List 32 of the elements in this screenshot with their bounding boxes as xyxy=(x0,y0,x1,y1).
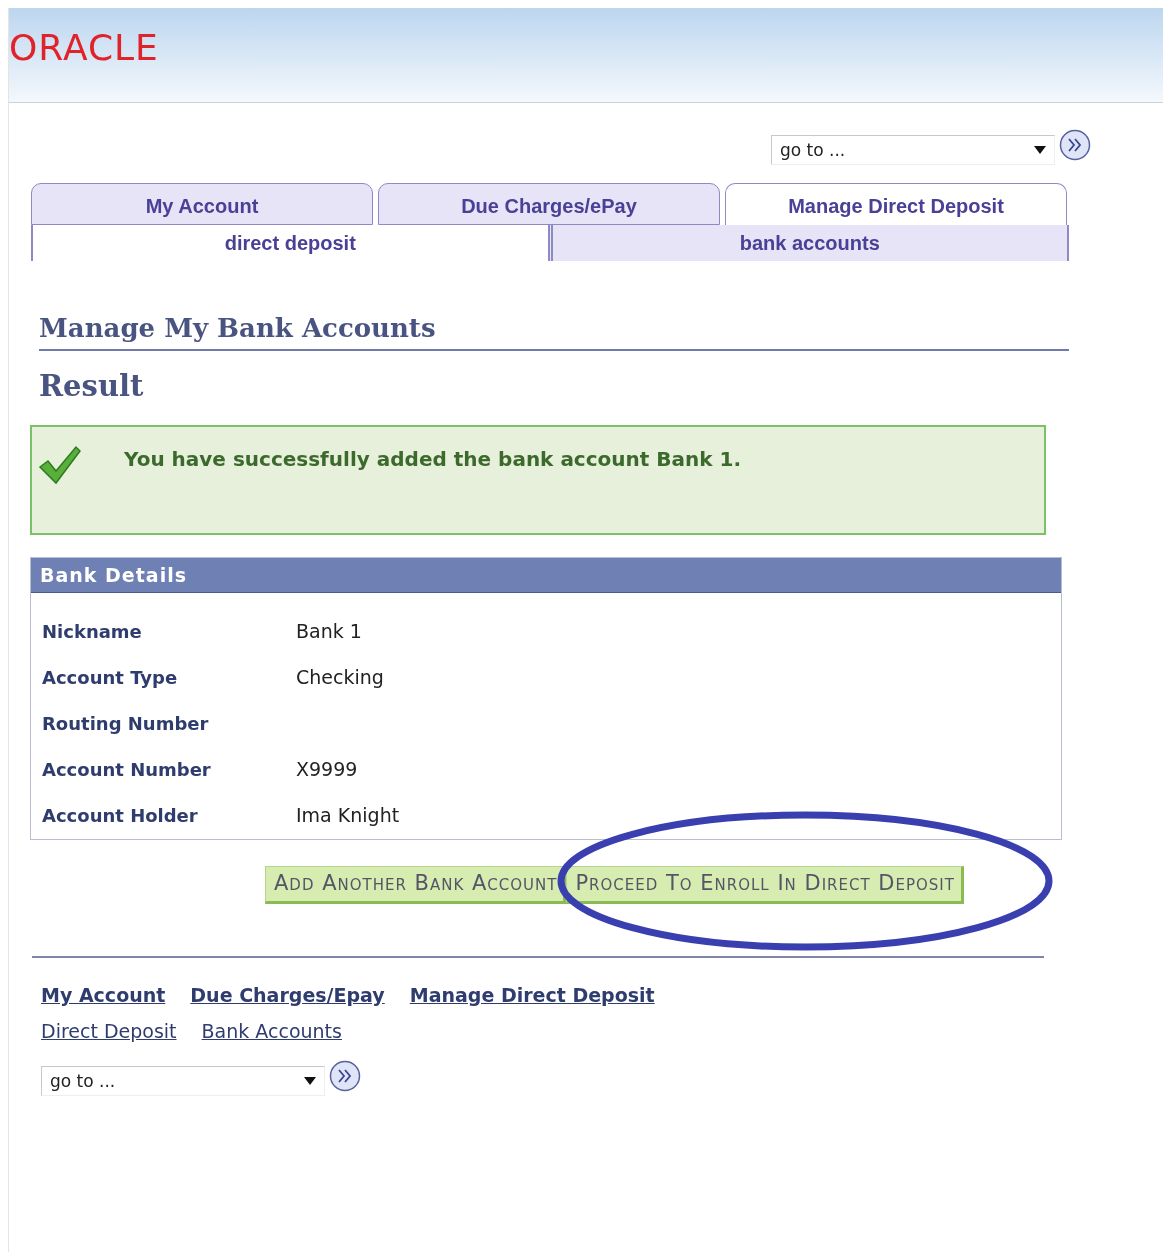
caret-icon xyxy=(1034,146,1046,154)
footer-link[interactable]: Manage Direct Deposit xyxy=(409,984,655,1006)
action-button[interactable]: Proceed To Enroll In Direct Deposit xyxy=(566,866,964,904)
action-button[interactable]: Add Another Bank Account xyxy=(265,866,567,904)
message-text: You have successfully added the bank account Bank 1. xyxy=(124,447,742,471)
tab[interactable]: My Account xyxy=(31,183,373,225)
panel-title: Bank Details xyxy=(31,558,1061,593)
subtab[interactable]: bank accounts xyxy=(547,225,1067,261)
section-title: Result xyxy=(39,369,145,403)
go-button[interactable] xyxy=(1059,129,1091,161)
field-label: Nickname xyxy=(42,619,143,644)
go-to-select[interactable]: go to ... xyxy=(771,135,1055,165)
go-button[interactable] xyxy=(329,1060,361,1092)
field-label: Routing Number xyxy=(42,711,210,736)
field-value: Checking xyxy=(296,666,385,688)
field-label: Account Number xyxy=(42,757,212,782)
page-title: Manage My Bank Accounts xyxy=(39,313,1069,351)
field-label: Account Holder xyxy=(42,803,199,828)
logo: ORACLE xyxy=(9,28,159,68)
field-value: X9999 xyxy=(296,758,359,780)
go-to-select[interactable]: go to ... xyxy=(41,1066,325,1096)
field-value: Ima Knight xyxy=(296,804,401,826)
field-value: Bank 1 xyxy=(296,620,363,642)
tab[interactable]: Due Charges/ePay xyxy=(378,183,720,225)
checkmark-icon xyxy=(38,445,82,485)
footer-link[interactable]: Due Charges/Epay xyxy=(190,984,385,1006)
field-label: Account Type xyxy=(42,665,179,690)
footer-link[interactable]: Direct Deposit xyxy=(41,1020,177,1042)
footer-link[interactable]: My Account xyxy=(41,984,166,1006)
tab[interactable]: Manage Direct Deposit xyxy=(725,183,1067,225)
caret-icon xyxy=(304,1077,316,1085)
footer-link[interactable]: Bank Accounts xyxy=(201,1020,342,1042)
